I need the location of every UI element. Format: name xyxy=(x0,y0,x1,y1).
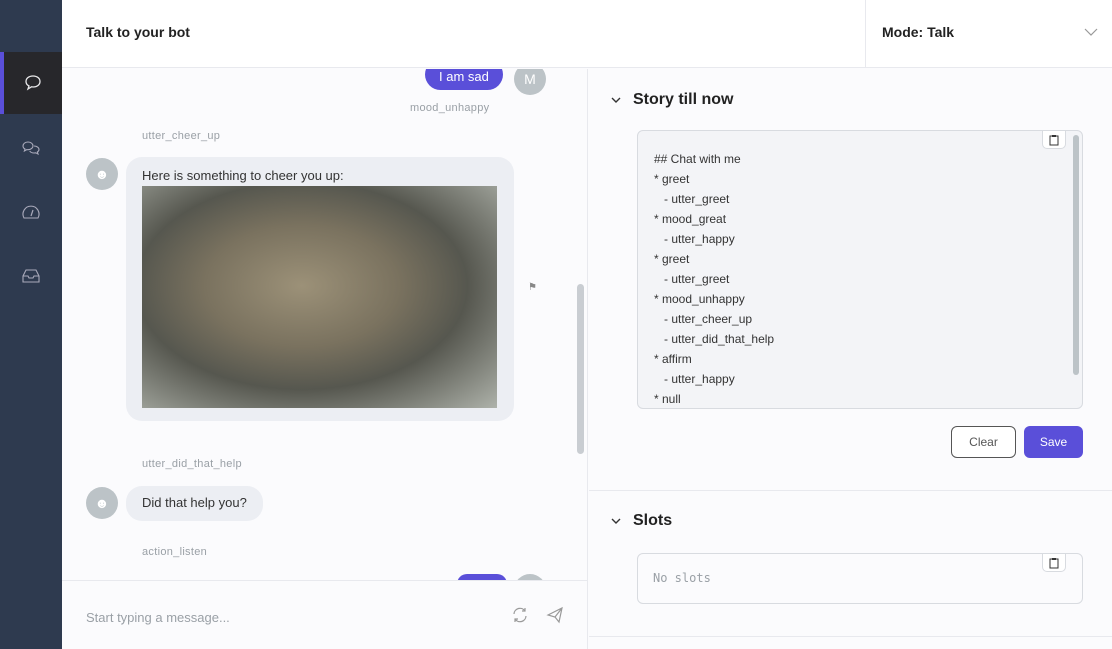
chat-scrollbar[interactable] xyxy=(577,284,584,454)
chevron-down-icon xyxy=(611,97,621,103)
sidebar-item-dashboard[interactable] xyxy=(0,181,62,243)
story-title: Story till now xyxy=(633,91,734,108)
divider xyxy=(589,636,1112,637)
bot-icon: ☻ xyxy=(94,495,110,511)
chat-panel: I am sad M mood_unhappy utter_cheer_up ☻… xyxy=(62,69,588,580)
bot-message-text: Here is something to cheer you up: xyxy=(142,168,344,183)
story-editor[interactable]: ## Chat with me * greet - utter_greet * … xyxy=(637,130,1083,409)
message-composer[interactable]: Start typing a message... xyxy=(62,580,588,649)
slots-section-header[interactable]: Slots xyxy=(611,512,672,530)
bot-avatar: ☻ xyxy=(86,158,118,190)
action-label: action_listen xyxy=(142,546,208,558)
mode-select[interactable]: Mode: Talk xyxy=(865,0,1112,68)
gauge-icon xyxy=(22,205,40,219)
sidebar xyxy=(0,0,62,649)
conversations-icon xyxy=(22,141,40,156)
action-label: utter_cheer_up xyxy=(142,130,221,142)
tiger-cub-image xyxy=(142,186,497,408)
flag-icon[interactable]: ⚑ xyxy=(528,282,537,293)
mode-label: Mode: Talk xyxy=(882,24,955,40)
story-scrollbar[interactable] xyxy=(1073,135,1079,375)
chat-bubble-icon xyxy=(25,75,41,91)
slots-content: No slots xyxy=(653,571,711,585)
restart-icon[interactable] xyxy=(511,606,529,624)
clipboard-icon xyxy=(1049,134,1059,145)
divider xyxy=(589,490,1112,491)
bot-icon: ☻ xyxy=(94,166,110,182)
message-input[interactable]: Start typing a message... xyxy=(86,610,230,625)
chevron-down-icon xyxy=(611,518,621,524)
story-content: ## Chat with me * greet - utter_greet * … xyxy=(654,152,775,406)
clear-button[interactable]: Clear xyxy=(951,426,1016,458)
sidebar-item-conversations[interactable] xyxy=(0,117,62,179)
copy-slots-button[interactable] xyxy=(1042,554,1066,572)
inbox-icon xyxy=(22,269,40,283)
bot-avatar: ☻ xyxy=(86,487,118,519)
copy-story-button[interactable] xyxy=(1042,131,1066,149)
user-avatar: M xyxy=(514,69,546,95)
send-icon[interactable] xyxy=(546,606,564,624)
slots-title: Slots xyxy=(633,512,673,529)
sidebar-item-talk[interactable] xyxy=(0,52,62,114)
user-message: I am sad xyxy=(425,69,503,90)
right-panel: Story till now ## Chat with me * greet -… xyxy=(589,69,1112,649)
action-label: utter_did_that_help xyxy=(142,458,242,470)
clipboard-icon xyxy=(1049,557,1059,568)
story-section-header[interactable]: Story till now xyxy=(611,91,733,109)
header: Talk to your bot Mode: Talk xyxy=(62,0,1112,68)
chevron-down-icon xyxy=(1084,28,1098,36)
sidebar-item-inbox[interactable] xyxy=(0,245,62,307)
slots-box: No slots xyxy=(637,553,1083,604)
page-title: Talk to your bot xyxy=(86,24,190,40)
intent-label: mood_unhappy xyxy=(410,102,490,114)
bot-message: Did that help you? xyxy=(126,486,263,521)
save-button[interactable]: Save xyxy=(1024,426,1083,458)
